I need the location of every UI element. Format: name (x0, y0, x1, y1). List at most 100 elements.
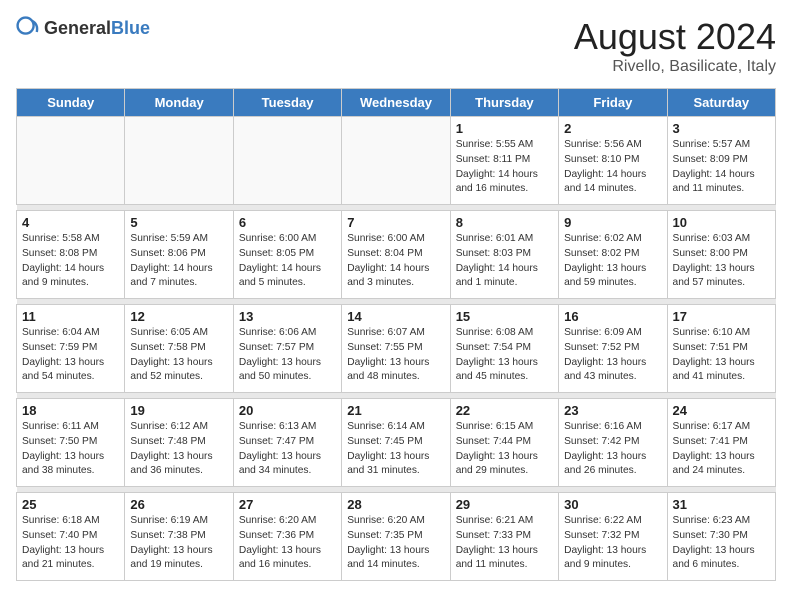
calendar-day-cell (342, 117, 450, 205)
day-info: Sunrise: 5:56 AM Sunset: 8:10 PM Dayligh… (564, 138, 661, 197)
calendar-week-row: 25 Sunrise: 6:18 AM Sunset: 7:40 PM Dayli… (17, 493, 776, 581)
day-info: Sunrise: 6:18 AM Sunset: 7:40 PM Dayligh… (22, 514, 119, 573)
day-info: Sunrise: 6:20 AM Sunset: 7:36 PM Dayligh… (239, 514, 336, 573)
month-year-title: August 2024 (574, 16, 776, 58)
logo: GeneralBlue (16, 16, 150, 40)
day-number: 19 (130, 403, 227, 418)
day-number: 25 (22, 497, 119, 512)
day-number: 17 (673, 309, 770, 324)
calendar-day-cell: 19 Sunrise: 6:12 AM Sunset: 7:48 PM Dayli… (125, 399, 233, 487)
day-info: Sunrise: 6:04 AM Sunset: 7:59 PM Dayligh… (22, 326, 119, 385)
calendar-day-cell: 4 Sunrise: 5:58 AM Sunset: 8:08 PM Daylig… (17, 211, 125, 299)
day-number: 31 (673, 497, 770, 512)
day-number: 22 (456, 403, 553, 418)
calendar-day-cell: 2 Sunrise: 5:56 AM Sunset: 8:10 PM Daylig… (559, 117, 667, 205)
calendar-day-cell: 7Sunrise: 6:00 AM Sunset: 8:04 PM Daylig… (342, 211, 450, 299)
calendar-day-cell: 22Sunrise: 6:15 AM Sunset: 7:44 PM Dayli… (450, 399, 558, 487)
calendar-day-cell: 20 Sunrise: 6:13 AM Sunset: 7:47 PM Dayli… (233, 399, 341, 487)
day-number: 13 (239, 309, 336, 324)
day-number: 30 (564, 497, 661, 512)
calendar-day-cell: 25 Sunrise: 6:18 AM Sunset: 7:40 PM Dayli… (17, 493, 125, 581)
day-info: Sunrise: 6:00 AM Sunset: 8:05 PM Dayligh… (239, 232, 336, 291)
day-number: 20 (239, 403, 336, 418)
day-number: 27 (239, 497, 336, 512)
calendar-day-cell: 27 Sunrise: 6:20 AM Sunset: 7:36 PM Dayli… (233, 493, 341, 581)
day-info: Sunrise: 5:58 AM Sunset: 8:08 PM Dayligh… (22, 232, 119, 291)
day-info: Sunrise: 5:57 AM Sunset: 8:09 PM Dayligh… (673, 138, 770, 197)
day-info: Sunrise: 6:16 AM Sunset: 7:42 PM Dayligh… (564, 420, 661, 479)
day-info: Sunrise: 6:19 AM Sunset: 7:38 PM Dayligh… (130, 514, 227, 573)
day-number: 21 (347, 403, 444, 418)
day-number: 11 (22, 309, 119, 324)
day-number: 4 (22, 215, 119, 230)
title-area: August 2024 Rivello, Basilicate, Italy (574, 16, 776, 76)
weekday-header-row: SundayMondayTuesdayWednesdayThursdayFrid… (17, 89, 776, 117)
day-number: 3 (673, 121, 770, 136)
day-info: Sunrise: 6:14 AM Sunset: 7:45 PM Dayligh… (347, 420, 444, 479)
day-info: Sunrise: 6:12 AM Sunset: 7:48 PM Dayligh… (130, 420, 227, 479)
location-subtitle: Rivello, Basilicate, Italy (574, 58, 776, 76)
calendar-day-cell: 6Sunrise: 6:00 AM Sunset: 8:05 PM Daylig… (233, 211, 341, 299)
day-info: Sunrise: 6:13 AM Sunset: 7:47 PM Dayligh… (239, 420, 336, 479)
calendar-day-cell: 8 Sunrise: 6:01 AM Sunset: 8:03 PM Daylig… (450, 211, 558, 299)
calendar-day-cell: 31 Sunrise: 6:23 AM Sunset: 7:30 PM Dayli… (667, 493, 775, 581)
logo-blue: Blue (111, 18, 150, 38)
day-number: 18 (22, 403, 119, 418)
page-header: GeneralBlue August 2024 Rivello, Basilic… (16, 16, 776, 76)
calendar-day-cell (233, 117, 341, 205)
calendar-day-cell: 16Sunrise: 6:09 AM Sunset: 7:52 PM Dayli… (559, 305, 667, 393)
day-info: Sunrise: 6:02 AM Sunset: 8:02 PM Dayligh… (564, 232, 661, 291)
weekday-header-friday: Friday (559, 89, 667, 117)
calendar-day-cell: 14Sunrise: 6:07 AM Sunset: 7:55 PM Dayli… (342, 305, 450, 393)
day-info: Sunrise: 6:03 AM Sunset: 8:00 PM Dayligh… (673, 232, 770, 291)
calendar-day-cell: 28 Sunrise: 6:20 AM Sunset: 7:35 PM Dayli… (342, 493, 450, 581)
logo-general: General (44, 18, 111, 38)
day-info: Sunrise: 6:11 AM Sunset: 7:50 PM Dayligh… (22, 420, 119, 479)
day-info: Sunrise: 6:20 AM Sunset: 7:35 PM Dayligh… (347, 514, 444, 573)
day-info: Sunrise: 6:22 AM Sunset: 7:32 PM Dayligh… (564, 514, 661, 573)
day-number: 28 (347, 497, 444, 512)
day-number: 23 (564, 403, 661, 418)
weekday-header-thursday: Thursday (450, 89, 558, 117)
day-info: Sunrise: 6:21 AM Sunset: 7:33 PM Dayligh… (456, 514, 553, 573)
calendar-day-cell: 23 Sunrise: 6:16 AM Sunset: 7:42 PM Dayli… (559, 399, 667, 487)
calendar-day-cell: 9 Sunrise: 6:02 AM Sunset: 8:02 PM Daylig… (559, 211, 667, 299)
day-number: 9 (564, 215, 661, 230)
day-info: Sunrise: 6:17 AM Sunset: 7:41 PM Dayligh… (673, 420, 770, 479)
calendar-day-cell: 26 Sunrise: 6:19 AM Sunset: 7:38 PM Dayli… (125, 493, 233, 581)
day-info: Sunrise: 5:55 AM Sunset: 8:11 PM Dayligh… (456, 138, 553, 197)
day-number: 10 (673, 215, 770, 230)
calendar-day-cell: 30 Sunrise: 6:22 AM Sunset: 7:32 PM Dayli… (559, 493, 667, 581)
day-info: Sunrise: 6:09 AM Sunset: 7:52 PM Dayligh… (564, 326, 661, 385)
weekday-header-wednesday: Wednesday (342, 89, 450, 117)
calendar-day-cell: 29Sunrise: 6:21 AM Sunset: 7:33 PM Dayli… (450, 493, 558, 581)
calendar-day-cell: 24 Sunrise: 6:17 AM Sunset: 7:41 PM Dayli… (667, 399, 775, 487)
calendar-day-cell: 21 Sunrise: 6:14 AM Sunset: 7:45 PM Dayli… (342, 399, 450, 487)
weekday-header-monday: Monday (125, 89, 233, 117)
day-number: 12 (130, 309, 227, 324)
day-info: Sunrise: 6:00 AM Sunset: 8:04 PM Dayligh… (347, 232, 444, 291)
calendar-day-cell: 3 Sunrise: 5:57 AM Sunset: 8:09 PM Daylig… (667, 117, 775, 205)
day-info: Sunrise: 6:06 AM Sunset: 7:57 PM Dayligh… (239, 326, 336, 385)
calendar-day-cell (17, 117, 125, 205)
day-info: Sunrise: 6:10 AM Sunset: 7:51 PM Dayligh… (673, 326, 770, 385)
day-info: Sunrise: 6:01 AM Sunset: 8:03 PM Dayligh… (456, 232, 553, 291)
calendar-day-cell: 13 Sunrise: 6:06 AM Sunset: 7:57 PM Dayli… (233, 305, 341, 393)
day-number: 2 (564, 121, 661, 136)
calendar-day-cell (125, 117, 233, 205)
day-number: 24 (673, 403, 770, 418)
calendar-day-cell: 15Sunrise: 6:08 AM Sunset: 7:54 PM Dayli… (450, 305, 558, 393)
day-info: Sunrise: 5:59 AM Sunset: 8:06 PM Dayligh… (130, 232, 227, 291)
day-number: 26 (130, 497, 227, 512)
day-info: Sunrise: 6:23 AM Sunset: 7:30 PM Dayligh… (673, 514, 770, 573)
day-info: Sunrise: 6:05 AM Sunset: 7:58 PM Dayligh… (130, 326, 227, 385)
day-number: 8 (456, 215, 553, 230)
logo-icon (16, 16, 40, 40)
day-number: 5 (130, 215, 227, 230)
calendar-day-cell: 11 Sunrise: 6:04 AM Sunset: 7:59 PM Dayli… (17, 305, 125, 393)
calendar-day-cell: 5 Sunrise: 5:59 AM Sunset: 8:06 PM Daylig… (125, 211, 233, 299)
day-info: Sunrise: 6:07 AM Sunset: 7:55 PM Dayligh… (347, 326, 444, 385)
calendar-day-cell: 17 Sunrise: 6:10 AM Sunset: 7:51 PM Dayli… (667, 305, 775, 393)
calendar-week-row: 1Sunrise: 5:55 AM Sunset: 8:11 PM Daylig… (17, 117, 776, 205)
weekday-header-tuesday: Tuesday (233, 89, 341, 117)
